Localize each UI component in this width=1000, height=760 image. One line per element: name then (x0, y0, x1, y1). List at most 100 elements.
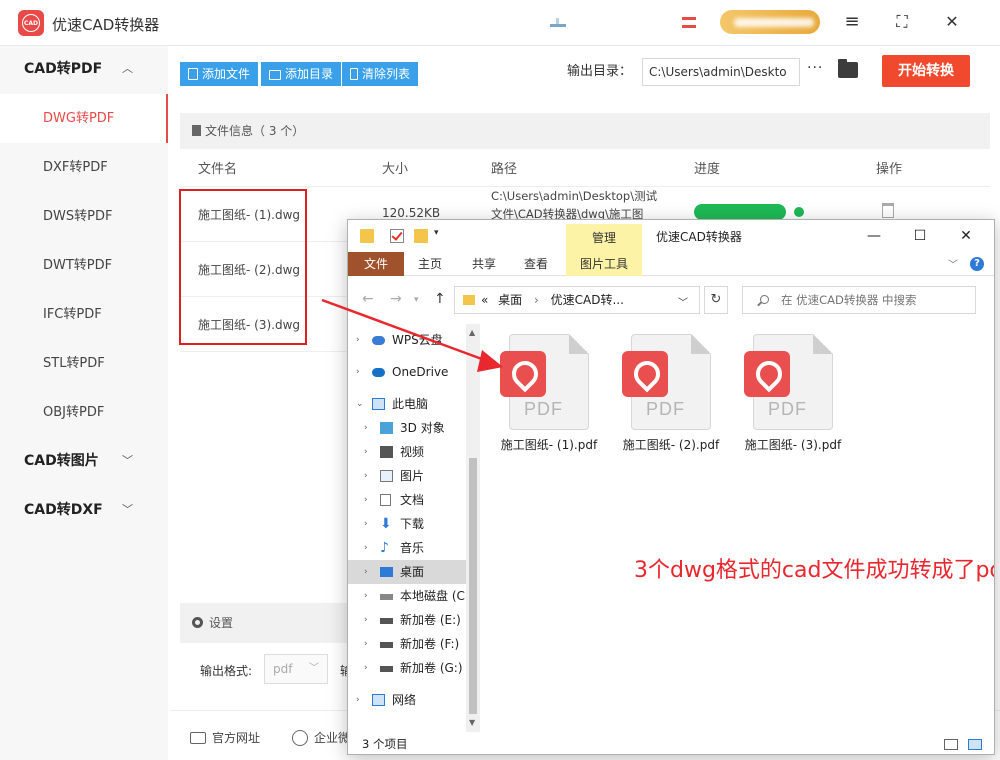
more-options-button[interactable]: ··· (807, 60, 823, 76)
folder-icon (463, 295, 475, 305)
properties-icon[interactable] (390, 229, 404, 243)
nav-item-videos[interactable]: › 视频 (348, 440, 480, 464)
sidebar-group-cad-to-dxf[interactable]: CAD转DXF ﹀ (0, 487, 168, 533)
file-path: C:\Users\admin\Desktop\测试 文件\CAD转换器\dwg\施… (491, 189, 658, 221)
nav-item-this-pc[interactable]: ⌄ 此电脑 (348, 392, 480, 416)
menu-icon[interactable]: ≡ (840, 10, 864, 34)
large-icons-view-icon[interactable] (968, 739, 982, 750)
user-account-badge[interactable] (720, 10, 820, 34)
address-bar[interactable]: « 桌面 › 优速CAD转... (454, 286, 700, 314)
pdf-logo-icon (622, 351, 668, 397)
close-icon[interactable]: ✕ (940, 10, 964, 34)
up-arrow-icon[interactable]: ↑ (434, 291, 446, 307)
output-dir-input[interactable] (642, 58, 800, 86)
details-view-icon[interactable] (944, 739, 958, 750)
sidebar-item-obj-to-pdf[interactable]: OBJ转PDF (0, 388, 168, 437)
pdf-file-item[interactable]: PDF 施工图纸- (3).pdf (738, 334, 848, 453)
pdf-file-item[interactable]: PDF 施工图纸- (2).pdf (616, 334, 726, 453)
pdf-logo-icon (744, 351, 790, 397)
add-file-button[interactable]: 添加文件 (180, 62, 259, 86)
search-input[interactable] (742, 286, 976, 314)
refresh-icon[interactable]: ↻ (704, 286, 728, 314)
maximize-icon[interactable]: ☐ (908, 224, 932, 248)
sidebar-item-dwt-to-pdf[interactable]: DWT转PDF (0, 241, 168, 290)
file-icon (188, 68, 198, 80)
minimize-icon[interactable]: — (862, 224, 886, 248)
navigation-pane: › WPS云盘 › OneDrive ⌄ 此电脑 › 3D 对象 › 视频 › … (348, 324, 480, 732)
ribbon-tab-picture-tools[interactable]: 图片工具 (566, 252, 642, 276)
chevron-down-icon: ﹀ (309, 663, 319, 674)
column-header-action: 操作 (876, 162, 903, 177)
delete-icon[interactable] (882, 203, 894, 218)
file-info-header: 文件信息（ 3 个） (180, 113, 990, 149)
open-folder-icon[interactable] (838, 59, 858, 78)
ribbon-tab-home[interactable]: 主页 (406, 252, 454, 276)
address-dropdown-icon[interactable]: ﹀ (678, 294, 688, 309)
sidebar-item-dxf-to-pdf[interactable]: DXF转PDF (0, 143, 168, 192)
back-arrow-icon[interactable]: ← (362, 291, 374, 307)
nav-item-onedrive[interactable]: › OneDrive (348, 360, 480, 384)
quick-access-dropdown-icon[interactable]: ▾ (434, 228, 439, 238)
recent-dropdown-icon[interactable]: ▾ (414, 295, 419, 305)
pdf-file-item[interactable]: PDF 施工图纸- (1).pdf (494, 334, 604, 453)
sidebar-item-dws-to-pdf[interactable]: DWS转PDF (0, 192, 168, 241)
file-explorer-window: ▾ 管理 优速CAD转换器 — ☐ ✕ 文件 主页 共享 查看 图片工具 ﹀ ?… (347, 219, 995, 755)
chevron-down-icon: ﹀ (122, 503, 133, 516)
drive-icon (380, 594, 393, 600)
pdf-file-icon: PDF (500, 334, 589, 430)
sidebar-group-cad-to-pdf[interactable]: CAD转PDF ︿ (0, 46, 168, 92)
sidebar-item-stl-to-pdf[interactable]: STL转PDF (0, 339, 168, 388)
nav-item-volume-g[interactable]: › 新加卷 (G:) (348, 656, 480, 680)
nav-item-volume-e[interactable]: › 新加卷 (E:) (348, 608, 480, 632)
address-row: ← → ▾ ↑ « 桌面 › 优速CAD转... ﹀ ↻ (348, 276, 994, 324)
chevron-down-icon[interactable]: ﹀ (948, 256, 958, 271)
nav-pane-scrollbar[interactable]: ▲ ▼ (466, 324, 480, 732)
folder-icon (269, 70, 281, 80)
nav-item-documents[interactable]: › 文档 (348, 488, 480, 512)
red-menu-icon[interactable] (682, 14, 696, 32)
new-folder-icon[interactable] (414, 229, 428, 243)
explorer-title: 优速CAD转换器 (656, 230, 742, 244)
explorer-title-bar: ▾ 管理 优速CAD转换器 — ☐ ✕ (348, 220, 994, 252)
chat-icon (292, 730, 308, 746)
ribbon-tab-view[interactable]: 查看 (512, 252, 560, 276)
clear-list-button[interactable]: 清除列表 (342, 62, 419, 86)
breadcrumb-current[interactable]: 优速CAD转... (551, 293, 624, 307)
annotation-text: 3个dwg格式的cad文件成功转成了pdf (634, 558, 995, 583)
nav-item-volume-f[interactable]: › 新加卷 (F:) (348, 632, 480, 656)
forward-arrow-icon[interactable]: → (390, 291, 402, 307)
manage-tab[interactable]: 管理 (566, 224, 642, 252)
nav-item-network[interactable]: › 网络 (348, 688, 480, 712)
nav-item-pictures[interactable]: › 图片 (348, 464, 480, 488)
nav-item-local-disk-c[interactable]: › 本地磁盘 (C (348, 584, 480, 608)
start-convert-button[interactable]: 开始转换 (882, 55, 970, 87)
sidebar-item-ifc-to-pdf[interactable]: IFC转PDF (0, 290, 168, 339)
breadcrumb-desktop[interactable]: 桌面 (498, 293, 522, 307)
nav-item-3d-objects[interactable]: › 3D 对象 (348, 416, 480, 440)
document-icon (192, 125, 201, 136)
output-format-select[interactable]: pdf ﹀ (264, 654, 328, 684)
sidebar-group-cad-to-image[interactable]: CAD转图片 ﹀ (0, 438, 168, 484)
file-content-pane: PDF 施工图纸- (1).pdf PDF 施工图纸- (2).pdf PDF … (482, 324, 994, 732)
music-icon: ♪ (380, 540, 389, 556)
scroll-thumb[interactable] (469, 458, 477, 714)
folder-icon[interactable] (360, 229, 374, 243)
nav-item-wps-cloud[interactable]: › WPS云盘 (348, 328, 480, 352)
column-header-size: 大小 (382, 162, 409, 177)
add-folder-button[interactable]: 添加目录 (261, 62, 342, 86)
nav-item-music[interactable]: › ♪ 音乐 (348, 536, 480, 560)
pdf-file-icon: PDF (622, 334, 711, 430)
close-icon[interactable]: ✕ (954, 224, 978, 248)
output-format-label: 输出格式: (200, 664, 253, 678)
enterprise-wechat-link[interactable]: 企业微 (292, 729, 350, 746)
help-icon[interactable]: ? (970, 257, 984, 271)
nav-item-desktop[interactable]: › 桌面 (348, 560, 480, 584)
ribbon-tab-file[interactable]: 文件 (348, 252, 404, 276)
official-site-link[interactable]: 官方网址 (190, 729, 260, 746)
fullscreen-icon[interactable]: ⛶ (890, 10, 914, 34)
sidebar-item-dwg-to-pdf[interactable]: DWG转PDF (0, 94, 168, 143)
nav-item-downloads[interactable]: › ⬇ 下载 (348, 512, 480, 536)
check-icon (794, 207, 804, 217)
progress-bar (694, 204, 786, 220)
ribbon-tab-share[interactable]: 共享 (460, 252, 508, 276)
